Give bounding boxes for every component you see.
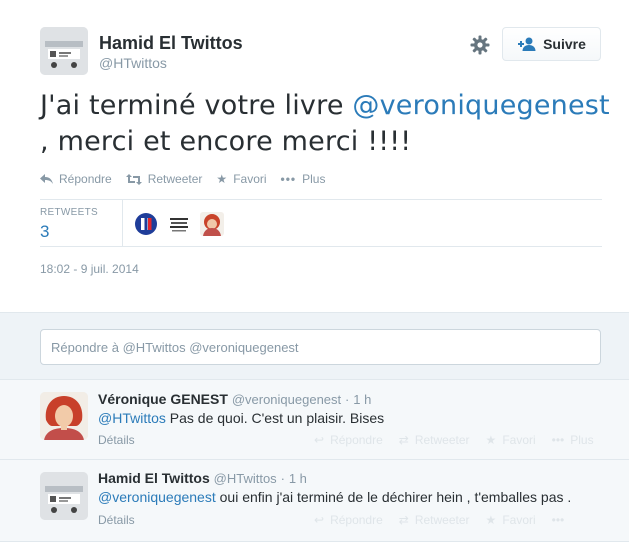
reply-actions: ↩ Répondre ⇄ Retweeter ★ Favori ••• <box>314 513 564 527</box>
reply-label: Répondre <box>330 513 383 527</box>
more-action[interactable]: ••• Plus <box>552 433 594 447</box>
reply-mention-link[interactable]: @HTwittos <box>98 410 166 426</box>
reply-text-body: oui enfin j'ai terminé de le déchirer he… <box>215 489 572 505</box>
reply-author-name[interactable]: Véronique GENEST <box>98 391 228 407</box>
reply-time[interactable]: 1 h <box>353 392 371 407</box>
reply-icon: ↩ <box>314 513 325 527</box>
reply-header: Véronique GENEST @veroniquegenest · 1 h <box>98 391 371 407</box>
retweet-label: Retweeter <box>414 513 470 527</box>
reply-prefix: Répondre à <box>51 340 123 355</box>
favorite-action[interactable]: ★ Favori <box>486 513 536 527</box>
retweet-icon: ⇄ <box>398 513 409 527</box>
tweet-actions: Répondre Retweeter ★ Favori ••• Plus <box>40 172 325 186</box>
retweet-label: Retweeter <box>414 433 470 447</box>
more-action[interactable]: ••• Plus <box>281 172 326 186</box>
reply-text: @HTwittos Pas de quoi. C'est un plaisir.… <box>98 410 384 426</box>
reply-area: Répondre à @HTwittos @veroniquegenest <box>0 312 629 380</box>
gear-icon[interactable] <box>469 34 491 56</box>
star-icon: ★ <box>485 433 497 447</box>
more-label: Plus <box>570 433 594 447</box>
tweet-timestamp[interactable]: 18:02 - 9 juil. 2014 <box>40 262 139 276</box>
add-user-icon <box>518 37 536 51</box>
retweet-action[interactable]: Retweeter <box>125 172 203 186</box>
tweet-text: J'ai terminé votre livre @veroniquegenes… <box>40 88 610 160</box>
reply-time[interactable]: 1 h <box>289 471 307 486</box>
more-action[interactable]: ••• <box>552 513 565 527</box>
reply-author-handle[interactable]: @veroniquegenest <box>232 392 341 407</box>
ellipsis-icon: ••• <box>551 513 565 527</box>
tweet-text-part: , merci et encore merci !!!! <box>40 126 412 157</box>
reply-input[interactable]: Répondre à @HTwittos @veroniquegenest <box>40 329 601 365</box>
reply-mention-link[interactable]: @veroniquegenest <box>98 489 216 505</box>
reply-icon: ↩ <box>314 433 325 447</box>
retweeter-avatar[interactable] <box>134 212 158 236</box>
retweets-label: RETWEETS <box>40 207 98 218</box>
author-avatar[interactable] <box>40 27 88 75</box>
reply-actions: ↩ Répondre ⇄ Retweeter ★ Favori ••• Plus <box>314 433 594 447</box>
details-link[interactable]: Détails <box>98 433 135 447</box>
divider <box>40 199 602 200</box>
retweeter-avatar[interactable] <box>167 212 191 236</box>
retweeter-avatars <box>134 212 224 236</box>
list-item[interactable]: Hamid El Twittos @HTwittos · 1 h @veroni… <box>0 460 629 542</box>
follow-button[interactable]: Suivre <box>502 27 601 61</box>
main-tweet: Hamid El Twittos @HTwittos Suivre J'ai t… <box>0 0 629 312</box>
ellipsis-icon: ••• <box>551 433 565 447</box>
reply-text-body: Pas de quoi. C'est un plaisir. Bises <box>165 410 385 426</box>
retweet-label: Retweeter <box>147 172 203 186</box>
reply-text: @veroniquegenest oui enfin j'ai terminé … <box>98 489 571 505</box>
reply-author-handle[interactable]: @HTwittos <box>214 471 277 486</box>
retweeter-avatar[interactable] <box>200 212 224 236</box>
tweet-text-part: J'ai terminé votre livre <box>40 90 353 121</box>
favorite-action[interactable]: ★ Favori <box>486 433 536 447</box>
tweet-mention-link[interactable]: @veroniquegenest <box>352 90 609 121</box>
list-item[interactable]: Véronique GENEST @veroniquegenest · 1 h … <box>0 380 629 460</box>
favorite-label: Favori <box>502 433 536 447</box>
favorite-label: Favori <box>502 513 536 527</box>
reply-avatar[interactable] <box>40 392 88 440</box>
reply-header: Hamid El Twittos @HTwittos · 1 h <box>98 470 307 486</box>
star-icon: ★ <box>485 513 497 527</box>
favorite-action[interactable]: ★ Favori <box>216 172 266 186</box>
retweet-icon <box>125 173 142 185</box>
ellipsis-icon: ••• <box>280 172 297 186</box>
reply-icon <box>40 173 53 184</box>
favorite-label: Favori <box>233 172 267 186</box>
retweet-action[interactable]: ⇄ Retweeter <box>399 433 470 447</box>
details-link[interactable]: Détails <box>98 513 135 527</box>
divider <box>122 200 123 246</box>
reply-mentions: @HTwittos @veroniquegenest <box>122 340 299 355</box>
retweet-action[interactable]: ⇄ Retweeter <box>399 513 470 527</box>
reply-separator: · <box>280 471 285 486</box>
star-icon: ★ <box>216 172 228 186</box>
follow-label: Suivre <box>543 36 586 52</box>
author-name[interactable]: Hamid El Twittos <box>99 33 243 54</box>
reply-action[interactable]: ↩ Répondre <box>314 433 383 447</box>
reply-action[interactable]: ↩ Répondre <box>314 513 383 527</box>
reply-separator: · <box>345 392 350 407</box>
reply-action[interactable]: Répondre <box>40 172 112 186</box>
author-handle[interactable]: @HTwittos <box>99 55 167 71</box>
divider <box>40 246 602 247</box>
retweet-icon: ⇄ <box>398 433 409 447</box>
reply-avatar[interactable] <box>40 472 88 520</box>
reply-label: Répondre <box>330 433 383 447</box>
reply-label: Répondre <box>59 172 112 186</box>
more-label: Plus <box>302 172 326 186</box>
retweets-count[interactable]: 3 <box>40 222 49 242</box>
reply-author-name[interactable]: Hamid El Twittos <box>98 470 210 486</box>
